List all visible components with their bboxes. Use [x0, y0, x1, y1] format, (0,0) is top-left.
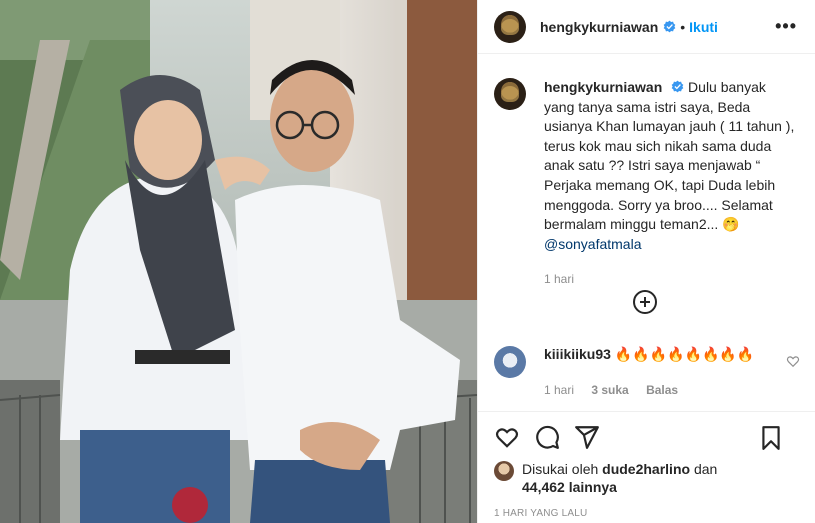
- plus-circle-icon[interactable]: [633, 290, 657, 314]
- liker-avatar[interactable]: [494, 461, 514, 481]
- comment-likes[interactable]: 3 suka: [591, 383, 628, 397]
- commenter-avatar[interactable]: [494, 346, 526, 378]
- caption: hengkykurniawan Dulu banyak yang tanya s…: [478, 54, 815, 290]
- post-photo[interactable]: [0, 0, 477, 523]
- comment-heart-icon[interactable]: [786, 354, 800, 368]
- likes-summary: Disukai oleh dude2harlino dan 44,462 lai…: [478, 450, 815, 496]
- post-image: [0, 0, 477, 523]
- verified-badge-icon: [671, 80, 684, 93]
- post-sidebar: hengkykurniawan • Ikuti ••• hengkykurnia…: [477, 0, 815, 523]
- commenter-username[interactable]: kiiikiiku93: [544, 346, 611, 362]
- comment-item: kiiikiiku93 🔥🔥🔥🔥🔥🔥🔥🔥 1 hari 3 suka Balas: [494, 346, 800, 397]
- comment-text: 🔥🔥🔥🔥🔥🔥🔥🔥: [614, 346, 755, 362]
- follow-button[interactable]: Ikuti: [689, 19, 718, 35]
- post-modal: hengkykurniawan • Ikuti ••• hengkykurnia…: [0, 0, 815, 523]
- verified-badge-icon: [663, 20, 676, 33]
- comment-meta: 1 hari 3 suka Balas: [544, 383, 754, 397]
- caption-avatar[interactable]: [494, 78, 526, 110]
- caption-username[interactable]: hengkykurniawan: [544, 79, 662, 95]
- likes-count[interactable]: 44,462 lainnya: [522, 479, 617, 495]
- likes-text: Disukai oleh dude2harlino dan 44,462 lai…: [522, 460, 717, 496]
- author-username[interactable]: hengkykurniawan: [540, 19, 658, 35]
- post-header: hengkykurniawan • Ikuti •••: [478, 0, 815, 54]
- action-bar: Disukai oleh dude2harlino dan 44,462 lai…: [478, 411, 815, 523]
- likes-prefix: Disukai oleh: [522, 461, 599, 477]
- caption-text: Dulu banyak yang tanya sama istri saya, …: [544, 79, 795, 233]
- likes-joiner: dan: [693, 461, 718, 477]
- caption-body: hengkykurniawan Dulu banyak yang tanya s…: [544, 78, 798, 290]
- reply-button[interactable]: Balas: [646, 383, 678, 397]
- paper-plane-icon[interactable]: [574, 424, 600, 450]
- caption-mention[interactable]: @sonyafatmala: [544, 235, 798, 255]
- comment-icon[interactable]: [534, 424, 560, 450]
- bookmark-icon[interactable]: [758, 425, 784, 451]
- comment-body: kiiikiiku93 🔥🔥🔥🔥🔥🔥🔥🔥 1 hari 3 suka Balas: [544, 346, 754, 397]
- more-options-icon[interactable]: •••: [775, 16, 797, 37]
- caption-time[interactable]: 1 hari: [544, 270, 798, 290]
- heart-icon[interactable]: [494, 424, 520, 450]
- action-icons: [478, 412, 815, 450]
- comment-time[interactable]: 1 hari: [544, 383, 574, 397]
- separator-dot: •: [680, 18, 686, 35]
- post-timestamp[interactable]: 1 HARI YANG LALU: [478, 496, 815, 519]
- author-avatar[interactable]: [494, 10, 526, 43]
- liker-username[interactable]: dude2harlino: [602, 461, 690, 477]
